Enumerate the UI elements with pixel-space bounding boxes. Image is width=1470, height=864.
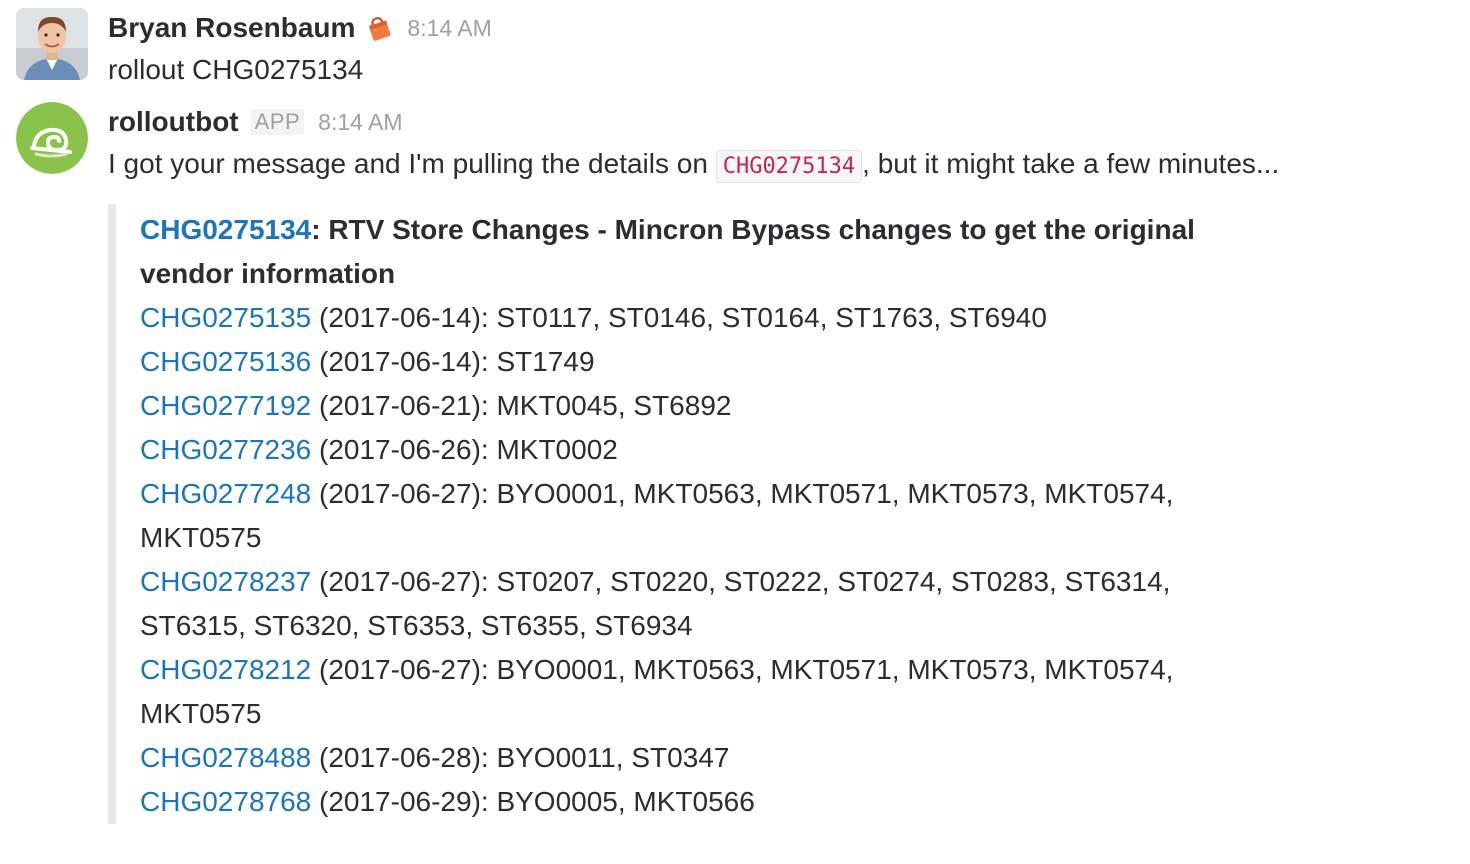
change-details: (2017-06-14): ST1749 bbox=[311, 346, 595, 377]
change-details: (2017-06-14): ST0117, ST0146, ST0164, ST… bbox=[311, 302, 1047, 333]
sender-name[interactable]: Bryan Rosenbaum bbox=[108, 12, 355, 44]
change-row: CHG0278212 (2017-06-27): BYO0001, MKT056… bbox=[140, 648, 1280, 736]
change-details: (2017-06-26): MKT0002 bbox=[311, 434, 618, 465]
change-link[interactable]: CHG0278768 bbox=[140, 786, 311, 817]
message-header: rolloutbot APP 8:14 AM bbox=[108, 102, 1450, 142]
message-text: rollout CHG0275134 bbox=[108, 54, 364, 85]
change-row: CHG0275135 (2017-06-14): ST0117, ST0146,… bbox=[140, 296, 1280, 340]
title-change-link[interactable]: CHG0275134 bbox=[140, 214, 311, 245]
change-link[interactable]: CHG0275136 bbox=[140, 346, 311, 377]
change-link[interactable]: CHG0278488 bbox=[140, 742, 311, 773]
change-link[interactable]: CHG0277248 bbox=[140, 478, 311, 509]
change-details: (2017-06-28): BYO0011, ST0347 bbox=[311, 742, 730, 773]
app-badge: APP bbox=[250, 109, 305, 135]
message-content: Bryan Rosenbaum 8:14 AM rollout CHG02751… bbox=[108, 8, 1450, 92]
rolloutbot-logo-icon[interactable] bbox=[16, 102, 88, 174]
change-details: (2017-06-21): MKT0045, ST6892 bbox=[311, 390, 732, 421]
change-details: (2017-06-29): BYO0005, MKT0566 bbox=[311, 786, 755, 817]
inline-code: CHG0275134 bbox=[715, 150, 863, 183]
shopping-bag-icon bbox=[365, 14, 393, 42]
message-timestamp[interactable]: 8:14 AM bbox=[407, 15, 491, 42]
message-timestamp[interactable]: 8:14 AM bbox=[318, 109, 402, 136]
attachment-title: CHG0275134: RTV Store Changes - Mincron … bbox=[140, 208, 1220, 296]
message-text-before: I got your message and I'm pulling the d… bbox=[108, 148, 708, 179]
user-avatar-icon[interactable] bbox=[16, 8, 88, 80]
change-row: CHG0277236 (2017-06-26): MKT0002 bbox=[140, 428, 1280, 472]
change-link[interactable]: CHG0277192 bbox=[140, 390, 311, 421]
change-row: CHG0277248 (2017-06-27): BYO0001, MKT056… bbox=[140, 472, 1280, 560]
change-row: CHG0277192 (2017-06-21): MKT0045, ST6892 bbox=[140, 384, 1280, 428]
change-link[interactable]: CHG0277236 bbox=[140, 434, 311, 465]
message-content: rolloutbot APP 8:14 AM I got your messag… bbox=[108, 102, 1450, 189]
change-link[interactable]: CHG0278237 bbox=[140, 566, 311, 597]
sender-name[interactable]: rolloutbot bbox=[108, 106, 239, 138]
change-row: CHG0278488 (2017-06-28): BYO0011, ST0347 bbox=[140, 736, 1280, 780]
slack-channel-view: Bryan Rosenbaum 8:14 AM rollout CHG02751… bbox=[0, 0, 1470, 864]
change-row: CHG0278768 (2017-06-29): BYO0005, MKT056… bbox=[140, 780, 1280, 824]
change-link[interactable]: CHG0275135 bbox=[140, 302, 311, 333]
change-row: CHG0275136 (2017-06-14): ST1749 bbox=[140, 340, 1280, 384]
change-link[interactable]: CHG0278212 bbox=[140, 654, 311, 685]
message-text-after: , but it might take a few minutes... bbox=[862, 148, 1280, 179]
message-attachment: CHG0275134: RTV Store Changes - Mincron … bbox=[108, 204, 1320, 824]
message-header: Bryan Rosenbaum 8:14 AM bbox=[108, 8, 1450, 48]
message-text: I got your message and I'm pulling the d… bbox=[108, 142, 1450, 189]
change-row: CHG0278237 (2017-06-27): ST0207, ST0220,… bbox=[140, 560, 1280, 648]
